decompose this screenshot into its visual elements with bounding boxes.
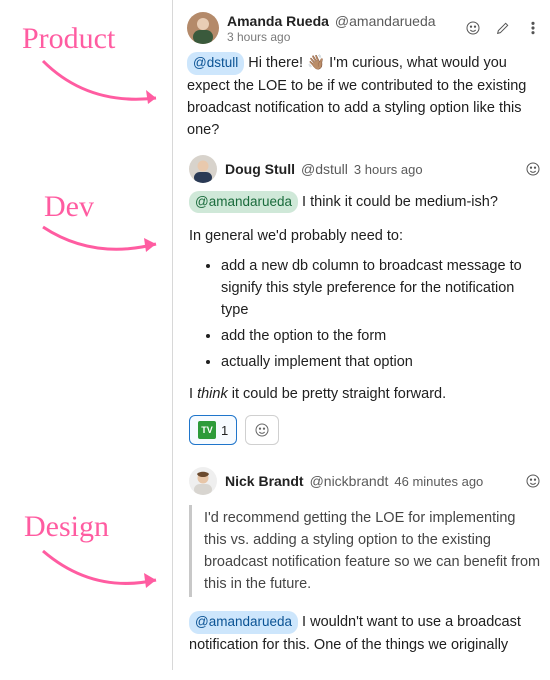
arrow-design <box>38 546 168 599</box>
comment-header: Doug Stull @dstull 3 hours ago <box>189 155 542 183</box>
bullet-list: add a new db column to broadcast message… <box>189 255 542 373</box>
author-block: Nick Brandt @nickbrandt 46 minutes ago <box>225 473 483 489</box>
comment-actions <box>524 472 542 490</box>
reactions-bar: TV 1 <box>189 415 542 445</box>
wave-emoji: 👋🏽 <box>307 55 325 71</box>
reply-comment: Doug Stull @dstull 3 hours ago @amandaru… <box>187 155 542 446</box>
diagram-canvas: Product Dev Design <box>0 0 550 680</box>
author-name[interactable]: Nick Brandt <box>225 473 304 489</box>
comment-body: @amandarueda I think it could be medium-… <box>189 191 542 406</box>
avatar[interactable] <box>189 155 217 183</box>
author-name[interactable]: Amanda Rueda <box>227 13 329 29</box>
avatar[interactable] <box>187 12 219 44</box>
blockquote: I'd recommend getting the LOE for implem… <box>189 505 542 597</box>
author-handle[interactable]: @dstull <box>301 161 348 177</box>
smile-icon[interactable] <box>464 19 482 37</box>
timestamp: 3 hours ago <box>354 162 423 177</box>
reaction-count: 1 <box>221 423 228 438</box>
mention[interactable]: @amandarueda <box>189 191 298 214</box>
comment-body: @dstull Hi there! 👋🏽 I'm curious, what w… <box>187 52 542 141</box>
mention[interactable]: @amandarueda <box>189 611 298 634</box>
author-block: Doug Stull @dstull 3 hours ago <box>225 161 423 177</box>
root-comment: Amanda Rueda @amandarueda 3 hours ago <box>187 12 542 656</box>
add-reaction-button[interactable] <box>245 415 279 445</box>
author-handle[interactable]: @amandarueda <box>335 13 436 29</box>
timestamp: 3 hours ago <box>227 30 436 44</box>
author-handle[interactable]: @nickbrandt <box>310 473 389 489</box>
reply-comment: Nick Brandt @nickbrandt 46 minutes ago I… <box>187 467 542 656</box>
smile-icon[interactable] <box>524 472 542 490</box>
comment-header: Amanda Rueda @amandarueda 3 hours ago <box>187 12 542 44</box>
label-product: Product <box>22 22 115 56</box>
arrow-dev <box>38 222 168 265</box>
smile-icon[interactable] <box>524 160 542 178</box>
label-dev: Dev <box>44 190 94 224</box>
list-item: actually implement that option <box>221 351 542 373</box>
comment-thread: Amanda Rueda @amandarueda 3 hours ago <box>172 0 542 670</box>
comment-header: Nick Brandt @nickbrandt 46 minutes ago <box>189 467 542 495</box>
label-design: Design <box>24 510 109 544</box>
reaction-emoji: TV <box>198 421 216 439</box>
avatar[interactable] <box>189 467 217 495</box>
mention[interactable]: @dstull <box>187 52 244 75</box>
list-item: add the option to the form <box>221 325 542 347</box>
pencil-icon[interactable] <box>494 19 512 37</box>
list-item: add a new db column to broadcast message… <box>221 255 542 321</box>
comment-actions <box>464 19 542 37</box>
reaction-chip[interactable]: TV 1 <box>189 415 237 445</box>
author-block: Amanda Rueda @amandarueda 3 hours ago <box>227 13 436 44</box>
arrow-product <box>38 56 168 115</box>
more-icon[interactable] <box>524 19 542 37</box>
timestamp: 46 minutes ago <box>394 474 483 489</box>
author-name[interactable]: Doug Stull <box>225 161 295 177</box>
comment-actions <box>524 160 542 178</box>
comment-body: I'd recommend getting the LOE for implem… <box>189 505 542 656</box>
